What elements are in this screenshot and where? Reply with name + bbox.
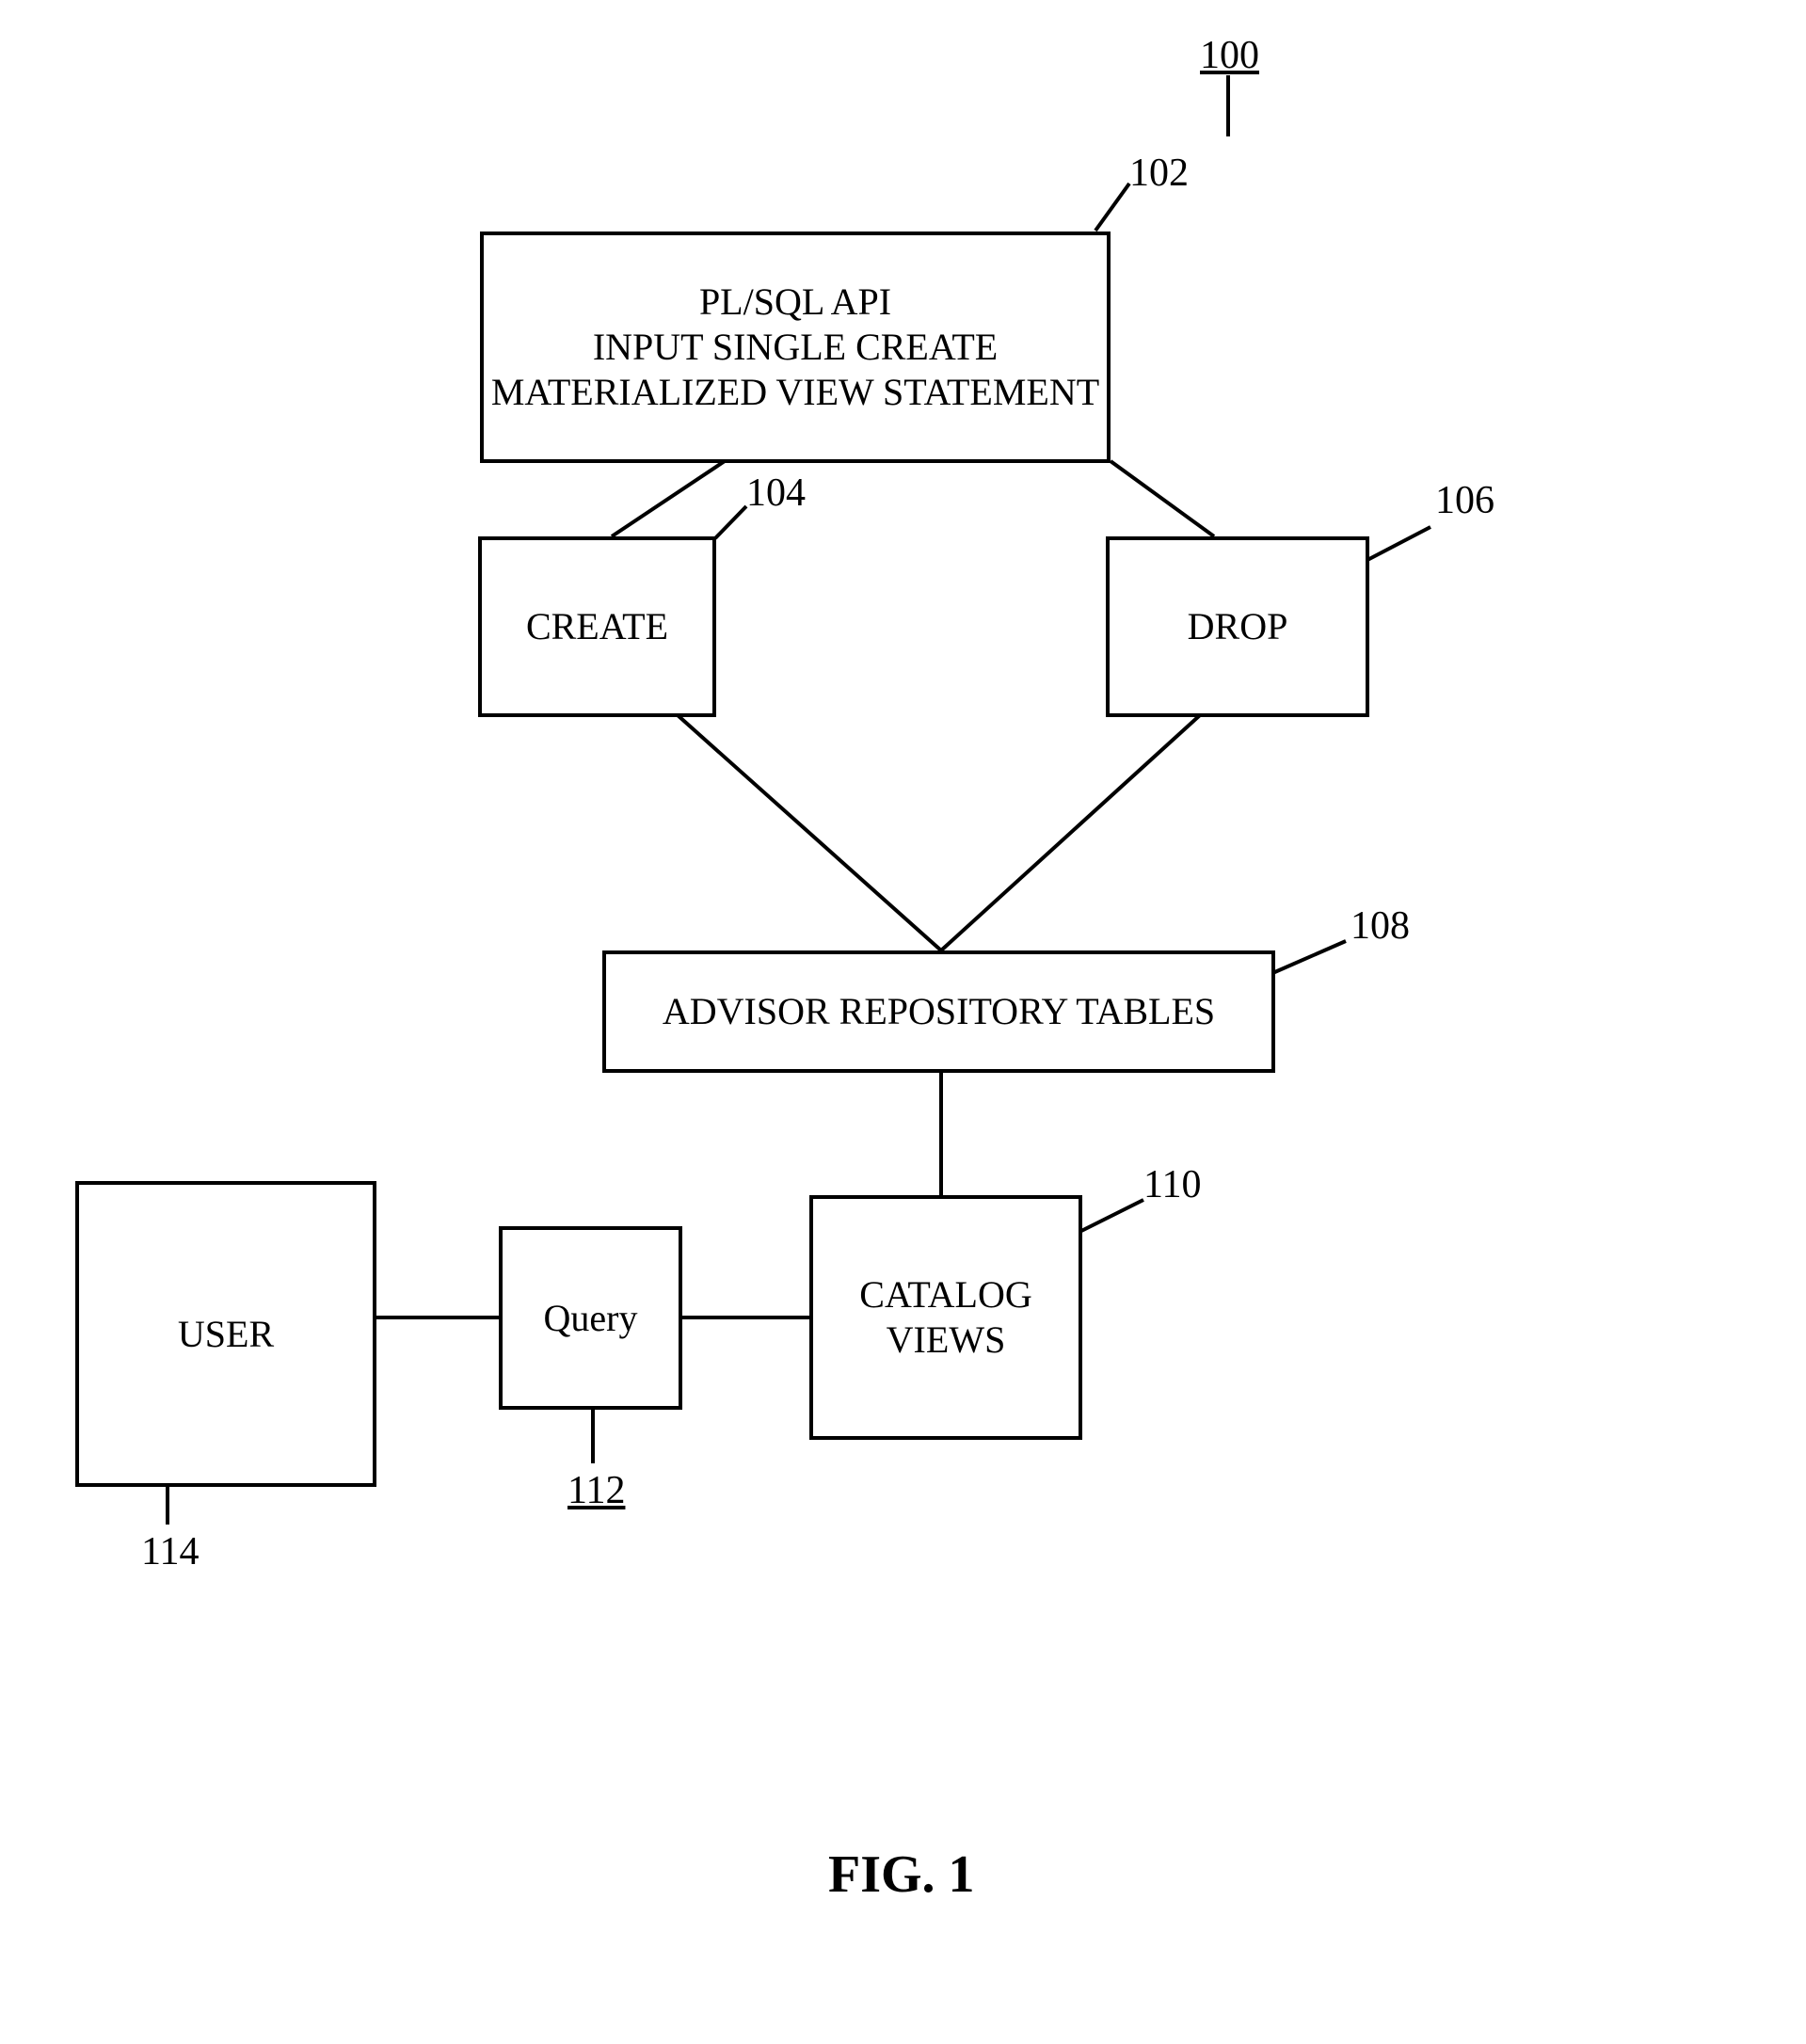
- catalog-label: CATALOG VIEWS: [859, 1272, 1031, 1363]
- diagram-canvas: PL/SQL API INPUT SINGLE CREATE MATERIALI…: [0, 0, 1806, 2044]
- ref-102: 102: [1129, 151, 1189, 196]
- ref-114: 114: [141, 1529, 199, 1574]
- query-label: Query: [544, 1296, 638, 1341]
- ref-104: 104: [746, 471, 806, 516]
- api-line2: INPUT SINGLE CREATE: [593, 325, 998, 370]
- ref-110: 110: [1143, 1162, 1201, 1207]
- create-label: CREATE: [526, 604, 668, 649]
- ref-108: 108: [1351, 903, 1410, 949]
- ref-112: 112: [567, 1468, 625, 1513]
- api-line1: PL/SQL API: [699, 279, 891, 325]
- ref-106: 106: [1435, 478, 1494, 523]
- create-box: CREATE: [478, 536, 716, 717]
- drop-box: DROP: [1106, 536, 1369, 717]
- user-box: USER: [75, 1181, 376, 1487]
- query-box: Query: [499, 1226, 682, 1410]
- advisor-box: ADVISOR REPOSITORY TABLES: [602, 950, 1275, 1073]
- drop-label: DROP: [1188, 604, 1288, 649]
- catalog-box: CATALOG VIEWS: [809, 1195, 1082, 1440]
- user-label: USER: [178, 1312, 274, 1357]
- api-line3: MATERIALIZED VIEW STATEMENT: [491, 370, 1099, 415]
- figure-caption: FIG. 1: [828, 1844, 975, 1905]
- advisor-label: ADVISOR REPOSITORY TABLES: [663, 989, 1215, 1034]
- api-box: PL/SQL API INPUT SINGLE CREATE MATERIALI…: [480, 232, 1111, 463]
- ref-100: 100: [1200, 33, 1259, 78]
